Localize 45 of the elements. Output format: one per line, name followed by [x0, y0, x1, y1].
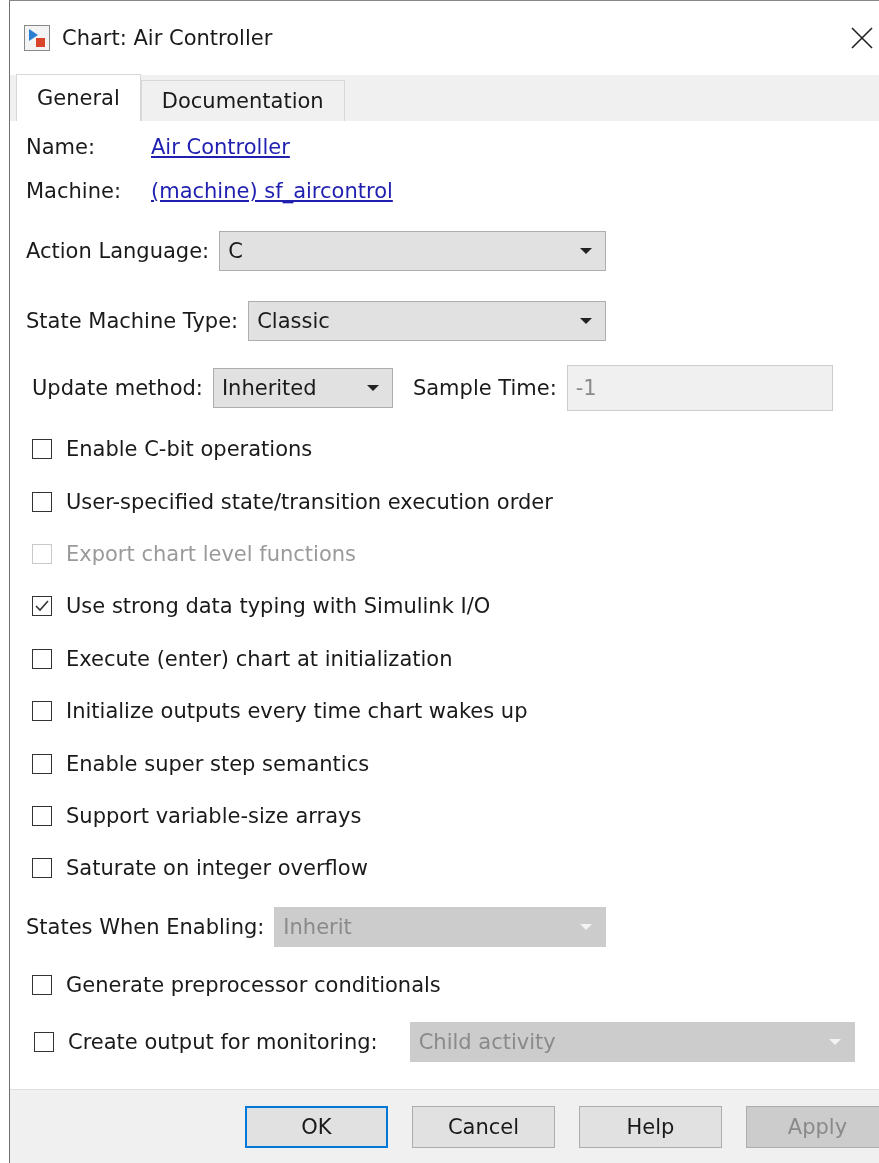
checkbox-label: Support variable-size arrays — [66, 803, 362, 828]
checkbox-label: User-specified state/transition execution order — [66, 489, 553, 514]
checkbox[interactable] — [32, 439, 52, 460]
window-title: Chart: Air Controller — [62, 26, 274, 50]
field-label: Machine: — [26, 179, 122, 203]
chart-icon — [24, 25, 50, 51]
dialog-button[interactable]: Help — [579, 1106, 722, 1148]
field-label: Update method: — [32, 376, 203, 400]
checkbox-label: Enable super step semantics — [66, 751, 370, 776]
field-label: Name: — [26, 135, 97, 159]
dropdown[interactable]: C — [219, 231, 606, 271]
tab[interactable]: General — [16, 74, 141, 121]
field-label: State Machine Type: — [26, 309, 239, 333]
checkbox[interactable] — [32, 701, 52, 722]
caret-icon — [579, 922, 593, 931]
checkbox-label: Generate preprocessor conditionals — [66, 972, 441, 997]
checkbox-label: Use strong data typing with Simulink I/O — [66, 594, 491, 619]
caret-icon — [365, 384, 380, 392]
caret-icon — [827, 1037, 842, 1046]
checkbox[interactable] — [32, 974, 52, 995]
checkbox-label: Export chart level functions — [66, 541, 357, 566]
checkbox[interactable] — [32, 491, 52, 512]
checkbox-label: Enable C-bit operations — [66, 437, 313, 462]
caret-icon — [579, 317, 593, 325]
checkbox[interactable] — [32, 596, 52, 617]
checkbox[interactable] — [32, 858, 52, 879]
tab[interactable]: Documentation — [140, 80, 345, 121]
field-label: Action Language: — [26, 239, 210, 263]
caret-icon — [579, 247, 593, 255]
dropdown[interactable]: Classic — [248, 301, 606, 341]
checkbox[interactable] — [32, 753, 52, 774]
checkbox-label: Create output for monitoring: — [68, 1029, 378, 1054]
checkbox-label: Initialize outputs every time chart wakes up — [66, 699, 528, 724]
link[interactable]: (machine) sf_aircontrol — [151, 179, 393, 203]
link[interactable]: Air Controller — [151, 135, 290, 159]
field-label: Sample Time: — [412, 376, 557, 400]
checkbox[interactable] — [32, 805, 52, 826]
checkbox-label: Saturate on integer overflow — [66, 856, 368, 881]
checkbox-label: Execute (enter) chart at initialization — [66, 646, 453, 671]
dialog-button[interactable]: Cancel — [412, 1106, 555, 1148]
dialog-button[interactable]: OK — [245, 1106, 388, 1148]
dropdown[interactable]: Inherited — [212, 368, 393, 408]
checkbox[interactable] — [32, 648, 52, 669]
field-label: States When Enabling: — [26, 914, 265, 939]
close-icon[interactable] — [851, 27, 873, 49]
